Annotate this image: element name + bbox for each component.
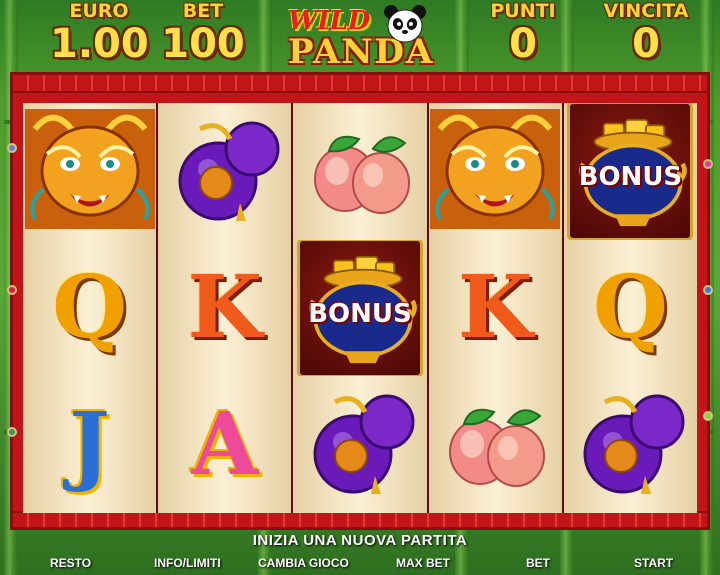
purple-gourd-icon [295,382,425,507]
punti-value: 0 [509,21,537,67]
symbol-q: Q [23,240,156,377]
dragon-icon [430,108,561,234]
reels-area[interactable]: QJ KA BONUS K BONUS Q [23,103,698,513]
max-bet-button[interactable]: MAX BET [396,556,450,570]
symbol-a: A [158,376,291,513]
start-button[interactable]: START [634,556,673,570]
payline-marker-right-3 [703,411,713,421]
symbol-letter-k: K [187,257,263,358]
punti-stat: PUNTI 0 [484,0,562,66]
bet-label: BET [182,0,224,22]
vincita-label: VINCITA [603,0,689,22]
payline-marker-left-1 [7,143,17,153]
reel-1: QJ [23,103,157,513]
reel-4: K [428,103,562,513]
symbol-peaches [293,103,426,240]
symbol-letter-j: J [69,393,110,495]
bet-stat: BET 100 [160,0,246,66]
symbol-q: Q [564,240,697,377]
payline-marker-left-3 [7,427,17,437]
panda-head-icon [384,5,426,43]
bet-button[interactable]: BET [526,556,550,570]
peaches-icon [430,382,560,507]
peaches-icon [295,109,425,234]
vincita-stat: VINCITA 0 [592,0,700,66]
symbol-purple-gourd [158,103,291,240]
reel-2: KA [158,103,292,513]
symbol-bonus: BONUS [564,103,697,240]
dragon-icon [24,108,155,234]
button-bar: RESTO INFO/LIMITI CAMBIA GIOCO MAX BET B… [0,556,720,575]
euro-value: 1.00 [50,21,149,67]
payline-marker-right-2 [703,285,713,295]
symbol-k: K [429,240,562,377]
punti-label: PUNTI [490,0,556,22]
symbol-peaches [429,376,562,513]
frame-top-border [13,75,707,93]
euro-stat: EURO 1.00 [50,0,149,67]
bonus-pot-icon: BONUS [567,103,694,240]
info-limiti-button[interactable]: INFO/LIMITI [154,556,221,570]
bonus-pot-icon: BONUS [297,239,423,377]
symbol-k: K [158,240,291,377]
purple-gourd-icon [565,382,695,507]
symbol-j: J [23,376,156,513]
symbol-dragon [23,103,156,240]
cambia-gioco-button[interactable]: CAMBIA GIOCO [258,556,349,570]
purple-gourd-icon [160,109,290,234]
symbol-letter-a: A [191,393,259,495]
reel-frame: QJ KA BONUS K BONUS Q [7,72,713,530]
status-message: INIZIA UNA NUOVA PARTITA [252,532,468,549]
payline-marker-right-1 [703,159,713,169]
vincita-value: 0 [632,21,660,67]
payline-marker-left-2 [7,285,17,295]
symbol-letter-k: K [457,257,533,358]
resto-button[interactable]: RESTO [50,556,91,570]
top-bar: EURO 1.00 BET 100 WILD PANDA PUNTI 0 VIN… [0,0,720,72]
symbol-bonus: BONUS [293,239,426,377]
symbol-purple-gourd [564,376,697,513]
wild-panda-logo: WILD PANDA [278,2,450,72]
symbol-dragon [429,103,562,240]
bonus-label: BONUS [578,162,683,193]
frame-bottom-border [13,511,707,527]
symbol-letter-q: Q [52,257,128,358]
reel-3: BONUS [293,103,427,513]
euro-label: EURO [69,0,129,22]
symbol-purple-gourd [293,376,426,513]
reel-5: BONUS Q [563,103,698,513]
symbol-letter-q: Q [592,257,668,358]
bet-value: 100 [161,21,245,67]
bonus-label: BONUS [308,299,412,330]
